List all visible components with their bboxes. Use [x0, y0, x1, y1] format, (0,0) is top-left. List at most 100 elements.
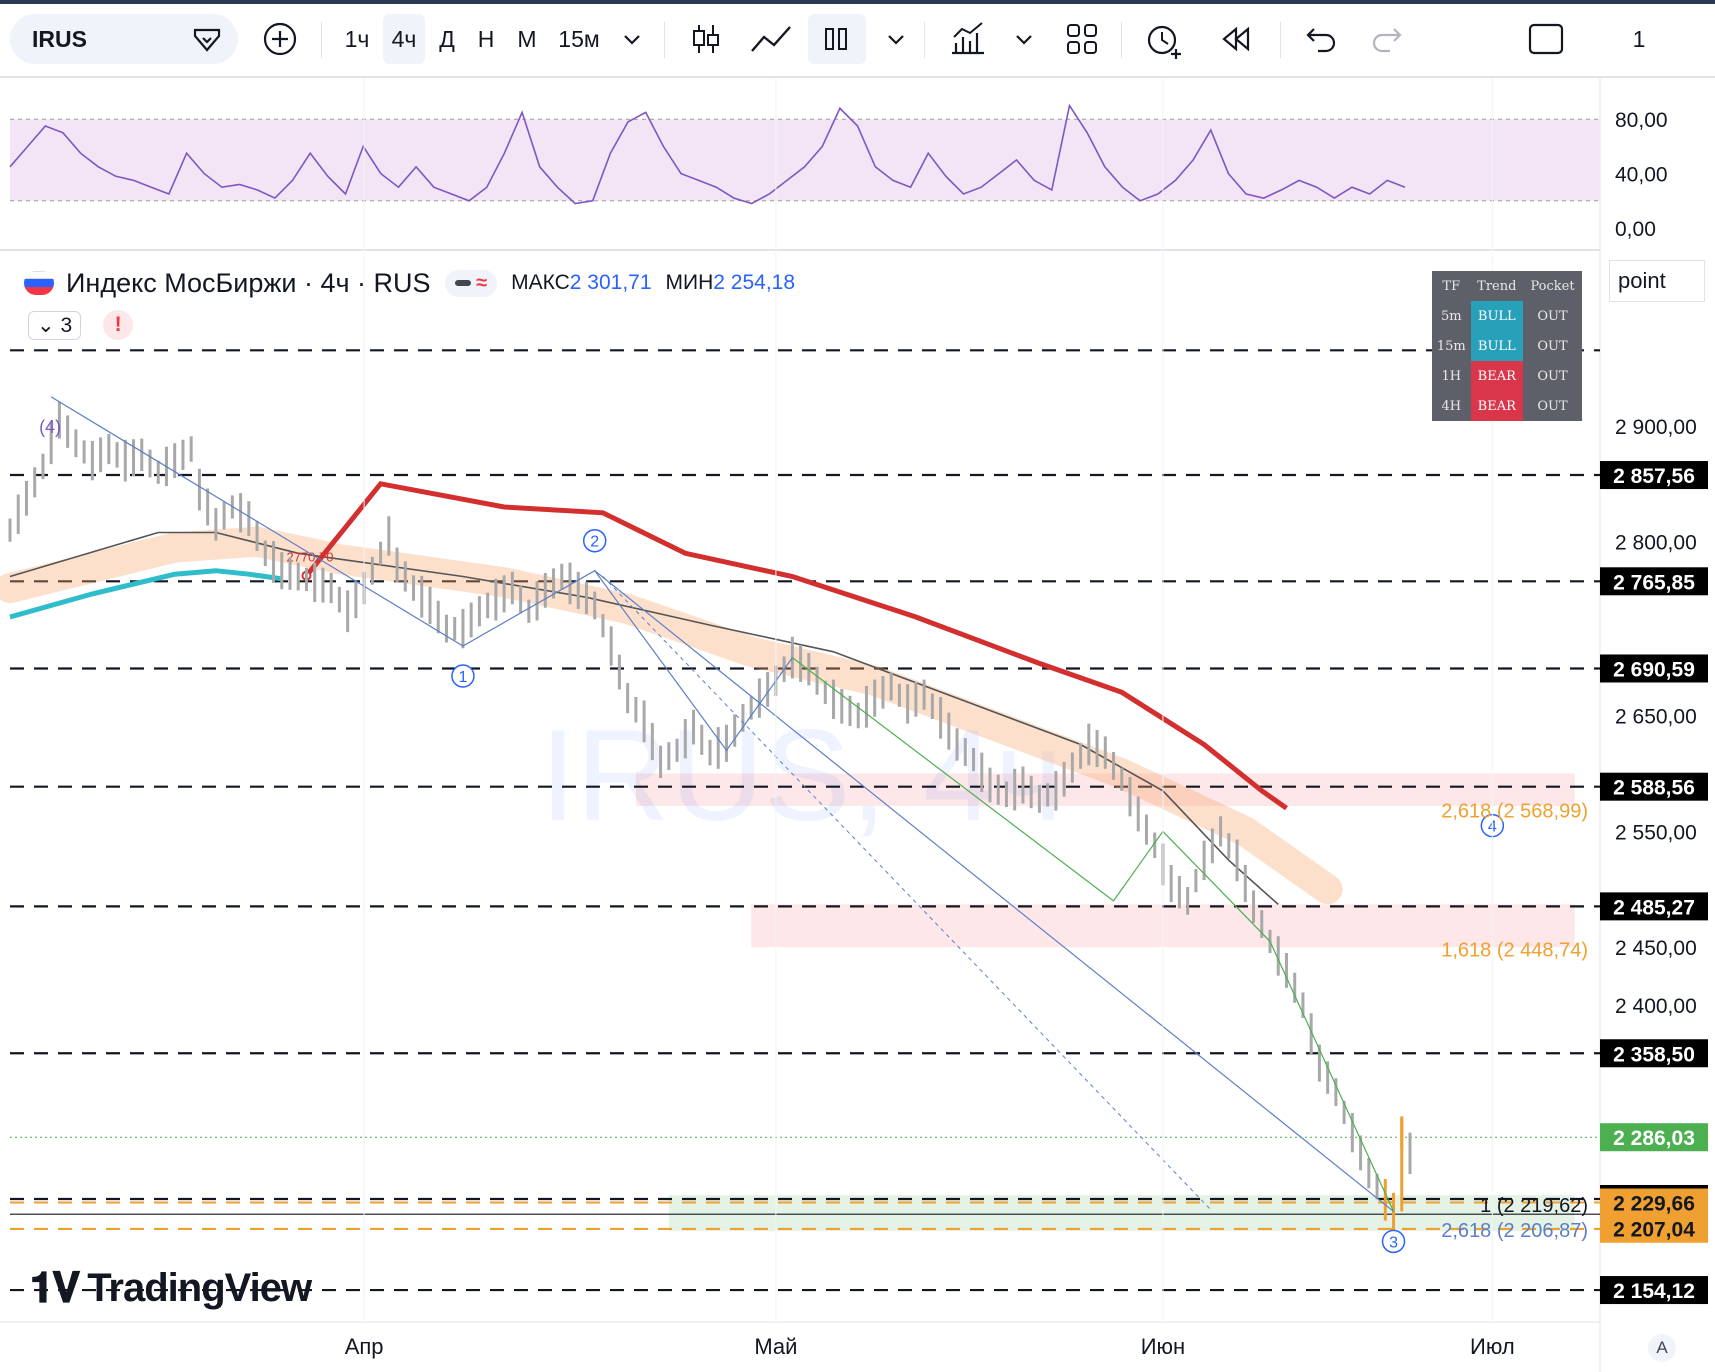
price-tick-label: 2 400,00: [1615, 995, 1697, 1018]
table-row: 5m BULL OUT: [1432, 301, 1582, 331]
symbol-search[interactable]: IRUS: [10, 14, 238, 64]
th-pocket: Pocket: [1530, 278, 1575, 294]
cell-trend: BEAR: [1470, 391, 1524, 421]
fib-label: 1,618 (2 448,74): [1441, 940, 1588, 962]
russia-flag-icon: [24, 271, 54, 295]
rsi-tick-label: 40,00: [1615, 164, 1668, 187]
price-tick-label: 2 550,00: [1615, 821, 1697, 844]
max-value: 2 301,71: [569, 271, 652, 294]
cell-pocket: OUT: [1537, 338, 1568, 354]
fib-label: 2,618 (2 206,87): [1441, 1220, 1588, 1242]
time-tick-label: Май: [754, 1334, 797, 1359]
price-level-label: 2 857,56: [1613, 465, 1695, 488]
divider: [321, 22, 322, 58]
minus-icon: [454, 280, 471, 287]
fib-label: 2,618 (2 568,99): [1441, 800, 1588, 822]
indicators-collapse-button[interactable]: ⌄ 3: [28, 310, 82, 340]
table-row: 15m BULL OUT: [1432, 331, 1582, 361]
undo-icon[interactable]: [1300, 14, 1340, 64]
time-tick-label: Июл: [1470, 1334, 1515, 1359]
warning-icon[interactable]: !: [103, 310, 134, 340]
divider: [924, 22, 925, 58]
cell-trend: BULL: [1470, 331, 1524, 361]
indicator-count: 3: [60, 313, 73, 337]
tf-day[interactable]: Д: [432, 14, 462, 64]
fib-price-label: 2 207,04: [1613, 1219, 1695, 1242]
symbol-name: IRUS: [32, 25, 87, 52]
price-tick-label: 2 450,00: [1615, 937, 1697, 960]
cell-tf: 15m: [1436, 338, 1466, 354]
cell-tf: 4H: [1441, 398, 1462, 414]
bars-icon[interactable]: [808, 14, 866, 64]
table-row: 1H BEAR OUT: [1432, 361, 1582, 391]
table-row: 4H BEAR OUT: [1432, 391, 1582, 421]
auto-scale-button[interactable]: A: [1648, 1334, 1676, 1362]
cell-pocket: OUT: [1537, 308, 1568, 324]
current-price-label: 2 286,03: [1613, 1127, 1695, 1150]
divider: [664, 22, 665, 58]
price-tick-label: 2 900,00: [1615, 416, 1697, 439]
fib-label: 1 (2 219,62): [1480, 1195, 1588, 1217]
candles-icon[interactable]: [688, 14, 724, 64]
legend-title: Индекс МосБиржи · 4ч · RUS: [66, 267, 431, 298]
chevron-down-icon[interactable]: [618, 14, 646, 64]
rsi-tick-label: 0,00: [1615, 218, 1656, 241]
wave-label: 2: [590, 534, 599, 551]
price-level-label: 2 154,12: [1613, 1280, 1695, 1303]
approx-icon: ≈: [476, 271, 488, 294]
price-tick-label: 2 650,00: [1615, 706, 1697, 729]
replay-icon[interactable]: [1216, 14, 1256, 64]
chevron-down-icon[interactable]: [882, 14, 910, 64]
redo-icon[interactable]: [1368, 14, 1408, 64]
divider: [1121, 22, 1122, 58]
legend-visibility-pill[interactable]: ≈: [444, 269, 498, 297]
max-label: МАКС: [511, 271, 570, 294]
point-input[interactable]: point: [1609, 260, 1705, 302]
templates-icon[interactable]: [1062, 14, 1102, 64]
chevron-down-icon[interactable]: [1010, 14, 1038, 64]
price-tick-label: 2 800,00: [1615, 532, 1697, 555]
tf-15m[interactable]: 15м: [554, 14, 604, 64]
price-level-label: 2 485,27: [1613, 896, 1695, 919]
cell-tf: 1H: [1441, 368, 1462, 384]
layout-icon[interactable]: [1526, 14, 1566, 64]
tradingview-logo[interactable]: 𝟏𝐕 TradingView: [30, 1264, 312, 1313]
wave-label: 3: [1389, 1234, 1398, 1251]
alert-icon[interactable]: [1142, 14, 1186, 64]
trend-table-header: TF Trend Pocket: [1432, 271, 1582, 301]
trend-table: TF Trend Pocket 5m BULL OUT 15m BULL OUT…: [1432, 271, 1582, 421]
layout-count[interactable]: 1: [1624, 14, 1654, 64]
line-icon[interactable]: [748, 14, 794, 64]
cell-pocket: OUT: [1537, 398, 1568, 414]
indicators-icon[interactable]: [948, 14, 988, 64]
rsi-tick-label: 80,00: [1615, 109, 1668, 132]
tf-month[interactable]: М: [510, 14, 544, 64]
th-trend: Trend: [1477, 278, 1517, 294]
cell-trend: BULL: [1470, 301, 1524, 331]
price-level-label: 2 690,59: [1613, 658, 1695, 681]
cell-tf: 5m: [1440, 308, 1462, 324]
rsi-band: [10, 119, 1600, 201]
legend-min: МИН2 254,18: [666, 271, 796, 295]
tf-week[interactable]: Н: [471, 14, 501, 64]
wave-label: 1: [458, 669, 467, 686]
add-symbol-icon[interactable]: [260, 14, 300, 64]
wave-label: (4): [39, 417, 61, 437]
min-label: МИН: [665, 271, 714, 294]
min-value: 2 254,18: [713, 271, 796, 294]
add-to-watchlist-icon[interactable]: [190, 24, 224, 54]
th-tf: TF: [1442, 278, 1461, 294]
price-level-label: 2 765,85: [1613, 571, 1695, 594]
time-tick-label: Апр: [345, 1334, 384, 1359]
fib-price-label: 2 229,66: [1613, 1193, 1695, 1216]
tf-4h[interactable]: 4ч: [383, 14, 425, 64]
ema-start-label: 2770.70: [286, 550, 333, 565]
indicator-controls: ⌄ 3 !: [28, 310, 134, 340]
support-zone: [668, 1195, 1575, 1232]
chart-legend: Индекс МосБиржи · 4ч · RUS ≈ МАКС2 301,7…: [24, 263, 795, 303]
legend-max: МАКС2 301,71: [511, 271, 651, 295]
tf-1h[interactable]: 1ч: [337, 14, 377, 64]
cell-trend: BEAR: [1470, 361, 1524, 391]
top-toolbar: IRUS 1ч 4ч Д Н М 15м 1: [0, 4, 1715, 78]
price-level-label: 2 358,50: [1613, 1043, 1695, 1066]
